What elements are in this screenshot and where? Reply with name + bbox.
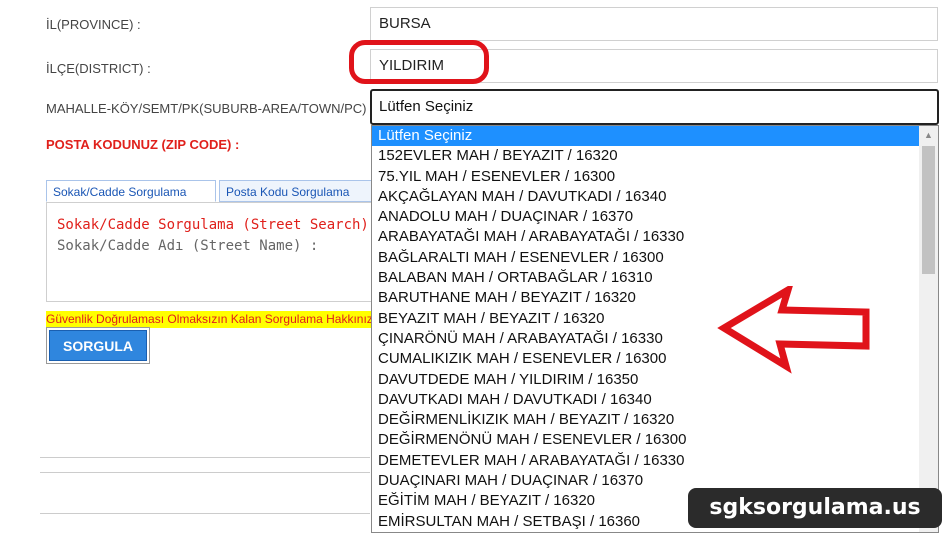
tab-zip-search[interactable]: Posta Kodu Sorgulama (219, 180, 374, 202)
scroll-up-icon[interactable]: ▲ (919, 126, 938, 144)
divider (40, 513, 370, 514)
query-button-frame: SORGULA (46, 327, 150, 364)
security-warning: Güvenlik Doğrulaması Olmaksızın Kalan So… (46, 311, 376, 328)
tab-street-search[interactable]: Sokak/Cadde Sorgulama (46, 180, 216, 202)
dropdown-option[interactable]: ARABAYATAĞI MAH / ARABAYATAĞI / 16330 (372, 227, 920, 247)
divider (40, 457, 370, 458)
dropdown-option[interactable]: DEĞİRMENLİKIZIK MAH / BEYAZIT / 16320 (372, 410, 920, 430)
watermark: sgksorgulama.us (688, 488, 942, 528)
neighborhood-select[interactable]: Lütfen Seçiniz (370, 89, 939, 125)
dropdown-option[interactable]: AKÇAĞLAYAN MAH / DAVUTKADI / 16340 (372, 187, 920, 207)
dropdown-option[interactable]: DAVUTKADI MAH / DAVUTKADI / 16340 (372, 390, 920, 410)
scroll-thumb[interactable] (922, 146, 935, 274)
neighborhood-label: MAHALLE-KÖY/SEMT/PK(SUBURB-AREA/TOWN/PC)… (46, 101, 374, 116)
query-button[interactable]: SORGULA (49, 330, 147, 361)
dropdown-option[interactable]: 75.YIL MAH / ESENEVLER / 16300 (372, 167, 920, 187)
dropdown-scrollbar[interactable]: ▲ (919, 126, 938, 532)
panel-title: Sokak/Cadde Sorgulama (Street Search) (57, 217, 369, 233)
red-arrow-icon (717, 286, 870, 374)
province-field[interactable]: BURSA (370, 7, 938, 41)
street-search-panel: Sokak/Cadde Sorgulama (Street Search) So… (46, 202, 376, 302)
dropdown-option[interactable]: 152EVLER MAH / BEYAZIT / 16320 (372, 146, 920, 166)
dropdown-option[interactable]: Lütfen Seçiniz (372, 126, 920, 147)
street-name-label: Sokak/Cadde Adı (Street Name) : (57, 238, 319, 254)
dropdown-option[interactable]: BAĞLARALTI MAH / ESENEVLER / 16300 (372, 248, 920, 268)
district-label: İLÇE(DISTRICT) : (46, 61, 151, 76)
dropdown-option[interactable]: DEĞİRMENÖNÜ MAH / ESENEVLER / 16300 (372, 430, 920, 450)
zip-code-label: POSTA KODUNUZ (ZIP CODE) : (46, 137, 240, 152)
district-highlight-circle (349, 40, 489, 84)
province-label: İL(PROVINCE) : (46, 17, 141, 32)
dropdown-option[interactable]: ANADOLU MAH / DUAÇINAR / 16370 (372, 207, 920, 227)
divider (40, 472, 370, 473)
dropdown-option[interactable]: DEMETEVLER MAH / ARABAYATAĞI / 16330 (372, 451, 920, 471)
